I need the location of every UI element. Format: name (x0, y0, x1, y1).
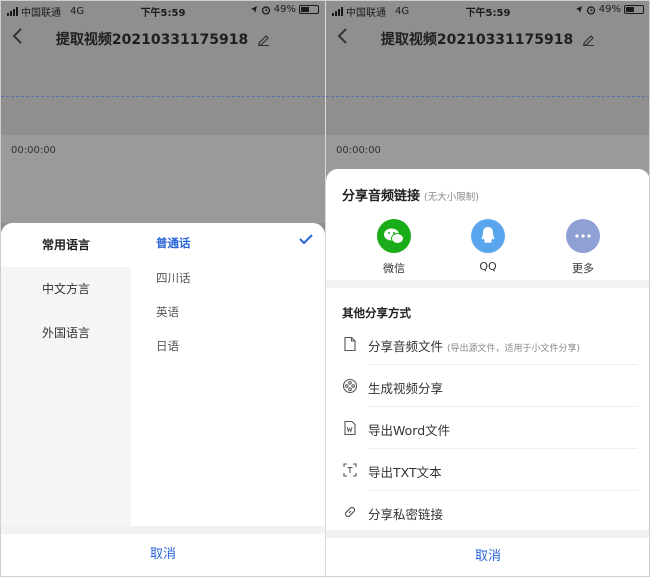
cancel-button[interactable]: 取消 (326, 538, 649, 576)
section-divider (326, 280, 649, 288)
option-label: 导出TXT文本 (368, 465, 442, 480)
location-icon (575, 6, 582, 13)
battery-icon (299, 5, 319, 14)
status-bar: 中国联通 4G 下午5:59 49% (326, 1, 649, 19)
alarm-icon (261, 5, 270, 15)
share-private-link-option[interactable]: 分享私密链接 (342, 491, 638, 533)
phone-right: 中国联通 4G 下午5:59 49% 提取视频20210331175918 00… (326, 1, 649, 576)
language-option-japanese[interactable]: 日语 (156, 338, 316, 354)
page-title: 提取视频20210331175918 (326, 29, 649, 49)
edit-icon[interactable] (582, 33, 595, 46)
file-icon (344, 336, 356, 352)
divider (326, 530, 649, 538)
share-title-text: 分享音频链接 (342, 189, 421, 204)
language-option-sichuan[interactable]: 四川话 (156, 270, 316, 286)
language-option-mandarin[interactable]: 普通话 (156, 235, 316, 251)
app-label: QQ (479, 260, 497, 273)
word-doc-icon (344, 420, 356, 436)
other-share-title: 其他分享方式 (342, 306, 411, 320)
timecode: 00:00:00 (336, 145, 381, 156)
waveform-guide (326, 96, 649, 97)
app-label: 微信 (383, 262, 405, 275)
more-icon (566, 219, 600, 253)
battery-percent: 49% (273, 4, 296, 15)
waveform-guide (1, 96, 325, 97)
location-icon (250, 6, 257, 13)
alarm-icon (586, 5, 595, 15)
timecode: 00:00:00 (11, 145, 56, 156)
option-label: 普通话 (156, 236, 191, 250)
share-sheet-title: 分享音频链接 (无大小限制) (342, 185, 479, 204)
app-label: 更多 (572, 262, 594, 275)
page-title: 提取视频20210331175918 (1, 29, 325, 49)
share-more-button[interactable]: 更多 (558, 219, 608, 276)
cancel-button[interactable]: 取消 (1, 534, 325, 576)
nav-bar: 提取视频20210331175918 (1, 21, 325, 55)
share-title-note: (无大小限制) (424, 192, 479, 203)
divider (1, 526, 325, 534)
share-sheet: 分享音频链接 (无大小限制) 微信 QQ 更多 其他分享方式 分享音频文件 (导… (326, 169, 649, 576)
link-icon (344, 506, 356, 518)
export-txt-option[interactable]: 导出TXT文本 (342, 449, 638, 491)
title-text: 提取视频20210331175918 (55, 32, 249, 48)
category-dialect[interactable]: 中文方言 (1, 267, 131, 311)
share-qq-button[interactable]: QQ (463, 219, 513, 273)
category-foreign[interactable]: 外国语言 (1, 311, 131, 355)
screenshot-frame: 中国联通 4G 下午5:59 49% 提取视频20210331175918 00… (0, 0, 650, 577)
battery-percent: 49% (598, 4, 621, 15)
status-bar: 中国联通 4G 下午5:59 49% (1, 1, 325, 19)
phone-left: 中国联通 4G 下午5:59 49% 提取视频20210331175918 00… (1, 1, 325, 576)
option-label: 生成视频分享 (368, 381, 444, 396)
generate-video-option[interactable]: 生成视频分享 (342, 365, 638, 407)
checkmark-icon (299, 234, 313, 245)
option-label: 分享音频文件 (368, 339, 444, 354)
language-sheet: 常用语言 中文方言 外国语言 普通话 四川话 英语 日语 取消 (1, 223, 325, 576)
qq-icon (471, 219, 505, 253)
language-category-list: 常用语言 中文方言 外国语言 (1, 223, 131, 526)
txt-text-icon (343, 463, 357, 477)
language-option-english[interactable]: 英语 (156, 304, 316, 320)
battery-icon (624, 5, 644, 14)
edit-icon[interactable] (257, 33, 270, 46)
nav-bar: 提取视频20210331175918 (326, 21, 649, 55)
option-label: 分享私密链接 (368, 507, 444, 522)
wechat-icon (377, 219, 411, 253)
title-text: 提取视频20210331175918 (380, 32, 574, 48)
share-audio-file-option[interactable]: 分享音频文件 (导出源文件，适用于小文件分享) (342, 323, 638, 365)
category-common[interactable]: 常用语言 (1, 223, 131, 267)
share-wechat-button[interactable]: 微信 (369, 219, 419, 276)
option-note: (导出源文件，适用于小文件分享) (447, 344, 581, 354)
option-label: 导出Word文件 (368, 423, 451, 438)
film-reel-icon (342, 378, 358, 394)
export-word-option[interactable]: 导出Word文件 (342, 407, 638, 449)
